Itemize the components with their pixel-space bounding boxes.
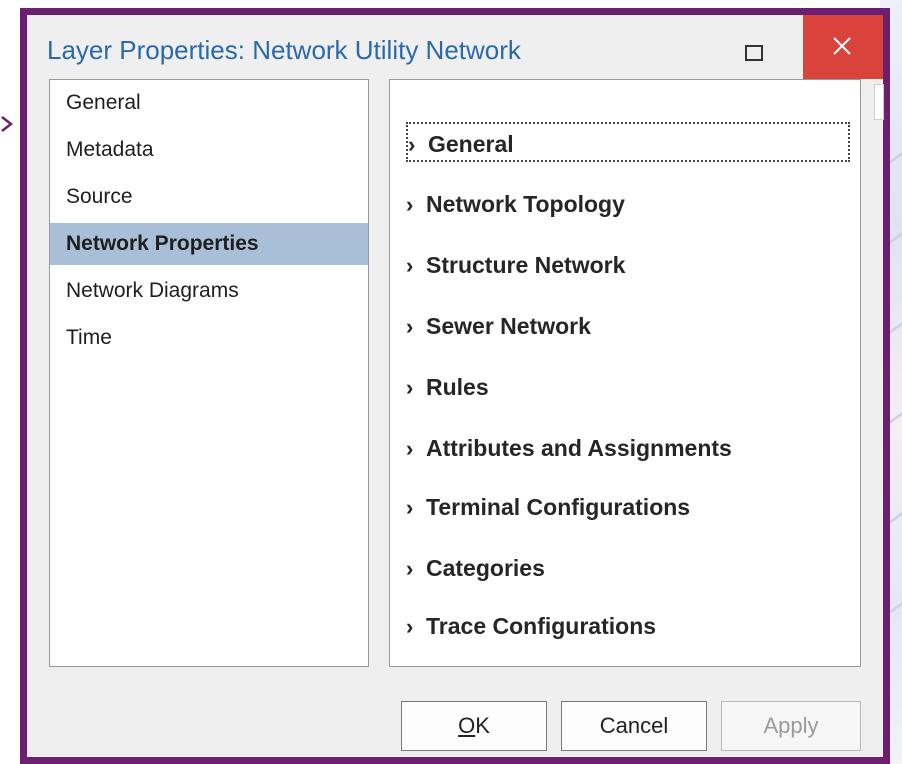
nav-item-general[interactable]: General (50, 82, 368, 124)
chevron-right-icon: › (406, 314, 414, 339)
close-icon (833, 37, 851, 55)
network-properties-panel: › General › Network Topology › Structure Ne… (389, 79, 884, 667)
section-label: Attributes and Assignments (426, 435, 732, 461)
section-label: Sewer Network (426, 313, 591, 339)
property-pages-list: General Metadata Source Network Properti… (49, 79, 369, 667)
section-terminal-configurations[interactable]: › Terminal Configurations (406, 487, 850, 527)
pointer-arrow-icon (1, 116, 14, 132)
chevron-right-icon: › (406, 614, 414, 639)
section-attributes-and-assignments[interactable]: › Attributes and Assignments (406, 428, 850, 468)
ok-label-rest: K (475, 713, 490, 738)
section-categories[interactable]: › Categories (406, 548, 850, 588)
chevron-right-icon: › (406, 192, 414, 217)
section-label: Network Topology (426, 191, 625, 217)
chevron-right-icon: › (406, 556, 414, 581)
section-label: Structure Network (426, 252, 626, 278)
section-sewer-network[interactable]: › Sewer Network (406, 306, 850, 346)
section-rules[interactable]: › Rules (406, 367, 850, 407)
nav-item-network-diagrams[interactable]: Network Diagrams (50, 270, 368, 312)
nav-item-network-properties[interactable]: Network Properties (50, 223, 368, 265)
section-label: Rules (426, 374, 489, 400)
section-label: General (428, 131, 514, 157)
nav-item-metadata[interactable]: Metadata (50, 129, 368, 171)
section-network-topology[interactable]: › Network Topology (406, 184, 850, 224)
ok-button[interactable]: OK (401, 701, 547, 751)
nav-item-time[interactable]: Time (50, 317, 368, 359)
window-title: Layer Properties: Network Utility Networ… (47, 35, 521, 65)
layer-properties-dialog: Layer Properties: Network Utility Networ… (20, 8, 890, 764)
ok-mnemonic: O (458, 713, 476, 738)
section-label: Terminal Configurations (426, 494, 691, 520)
section-label: Trace Configurations (426, 613, 657, 639)
chevron-right-icon: › (406, 253, 414, 278)
title-bar[interactable]: Layer Properties: Network Utility Networ… (27, 15, 883, 79)
chevron-right-icon: › (406, 495, 414, 520)
close-button[interactable] (803, 15, 883, 79)
section-label: Categories (426, 555, 545, 581)
chevron-right-icon: › (406, 375, 414, 400)
chevron-right-icon: › (406, 436, 414, 461)
maximize-button[interactable] (725, 29, 785, 79)
nav-item-source[interactable]: Source (50, 176, 368, 218)
scrollbar-thumb[interactable] (874, 84, 884, 120)
section-trace-configurations[interactable]: › Trace Configurations (406, 606, 850, 646)
chevron-right-icon: › (408, 132, 416, 157)
cancel-button[interactable]: Cancel (561, 701, 707, 751)
apply-button[interactable]: Apply (721, 701, 861, 751)
section-structure-network[interactable]: › Structure Network (406, 245, 850, 285)
section-general[interactable]: › General (406, 122, 850, 162)
maximize-icon (745, 45, 763, 61)
